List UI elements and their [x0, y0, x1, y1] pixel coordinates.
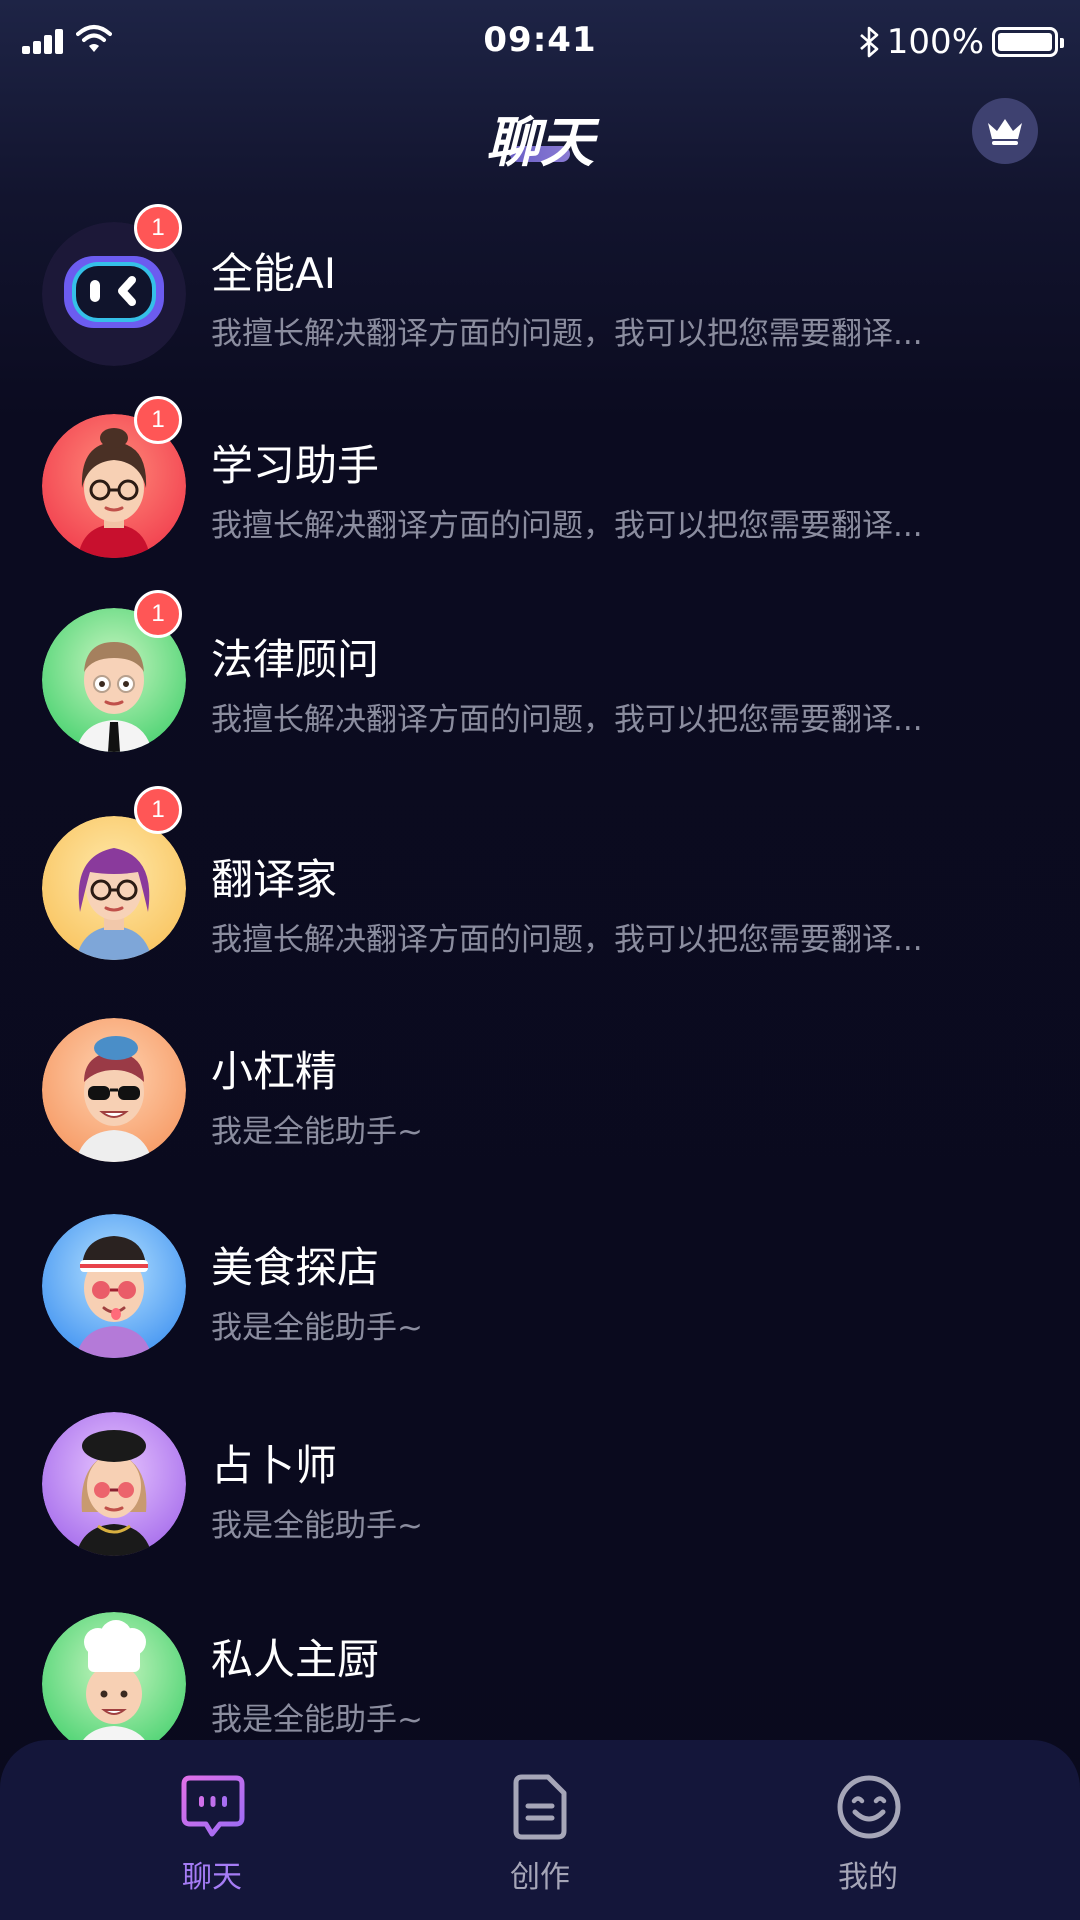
tab-profile[interactable]: 我的: [768, 1740, 968, 1920]
chat-name: 占卜师: [211, 1441, 338, 1490]
chat-name: 美食探店: [211, 1243, 380, 1292]
unread-badge: 1: [134, 590, 182, 638]
chat-preview: 我是全能助手~: [211, 1702, 423, 1738]
chat-item[interactable]: 美食探店 我是全能助手~: [0, 1182, 1080, 1362]
chat-name: 全能AI: [211, 249, 337, 298]
chat-preview: 我擅长解决翻译方面的问题，我可以把您需要翻译...: [211, 508, 923, 544]
chat-item[interactable]: 占卜师 我是全能助手~: [0, 1380, 1080, 1560]
chat-name: 小杠精: [211, 1047, 338, 1096]
chat-name: 私人主厨: [211, 1635, 380, 1684]
chat-name: 翻译家: [211, 855, 338, 904]
unread-badge: 1: [134, 396, 182, 444]
chat-preview: 我是全能助手~: [211, 1508, 423, 1544]
smiley-icon: [837, 1775, 901, 1839]
chat-preview: 我擅长解决翻译方面的问题，我可以把您需要翻译...: [211, 316, 923, 352]
tab-bar: 聊天 创作 我的: [0, 1740, 1080, 1920]
chat-preview: 我擅长解决翻译方面的问题，我可以把您需要翻译...: [211, 922, 923, 958]
unread-badge: 1: [134, 786, 182, 834]
status-right: 100%: [857, 20, 1064, 64]
fortune-teller-avatar-icon: [42, 1412, 186, 1556]
avatar: [42, 1018, 186, 1162]
tab-label: 创作: [510, 1860, 570, 1895]
chat-name: 学习助手: [211, 441, 380, 490]
chat-screen: 09:41 100% 聊天 1 全能AI 我擅长解决翻译方面的问题，我可以把您需…: [0, 0, 1080, 1920]
purple-hair-avatar-icon: [42, 816, 186, 960]
avatar: [42, 1214, 186, 1358]
chat-item[interactable]: 私人主厨 我是全能助手~: [0, 1576, 1080, 1756]
chat-item[interactable]: 小杠精 我是全能助手~: [0, 984, 1080, 1164]
header: 聊天: [0, 84, 1080, 184]
status-bar: 09:41 100%: [0, 0, 1080, 84]
chat-name: 法律顾问: [211, 635, 380, 684]
headband-avatar-icon: [42, 1214, 186, 1358]
battery-icon: [992, 27, 1064, 57]
tab-chat[interactable]: 聊天: [112, 1740, 312, 1920]
tab-label: 我的: [838, 1860, 898, 1895]
avatar: [42, 1612, 186, 1756]
sunglasses-avatar-icon: [42, 1018, 186, 1162]
battery-percent: 100%: [886, 22, 984, 62]
unread-badge: 1: [134, 204, 182, 252]
tab-create[interactable]: 创作: [440, 1740, 640, 1920]
chat-preview: 我是全能助手~: [211, 1310, 423, 1346]
chat-item[interactable]: 1 全能AI 我擅长解决翻译方面的问题，我可以把您需要翻译...: [0, 184, 1080, 366]
bluetooth-icon: [859, 26, 879, 58]
chat-item[interactable]: 1 翻译家 我擅长解决翻译方面的问题，我可以把您需要翻译...: [0, 770, 1080, 960]
page-title: 聊天: [486, 111, 594, 174]
chat-preview: 我是全能助手~: [211, 1114, 423, 1150]
chat-item[interactable]: 1 法律顾问 我擅长解决翻译方面的问题，我可以把您需要翻译...: [0, 570, 1080, 752]
chef-avatar-icon: [42, 1612, 186, 1756]
tab-label: 聊天: [182, 1860, 242, 1895]
document-icon: [513, 1774, 567, 1840]
avatar: [42, 1412, 186, 1556]
chat-item[interactable]: 1 学习助手 我擅长解决翻译方面的问题，我可以把您需要翻译...: [0, 374, 1080, 558]
chat-bubble-icon: [181, 1775, 245, 1837]
avatar: [42, 816, 186, 960]
chat-preview: 我擅长解决翻译方面的问题，我可以把您需要翻译...: [211, 702, 923, 738]
